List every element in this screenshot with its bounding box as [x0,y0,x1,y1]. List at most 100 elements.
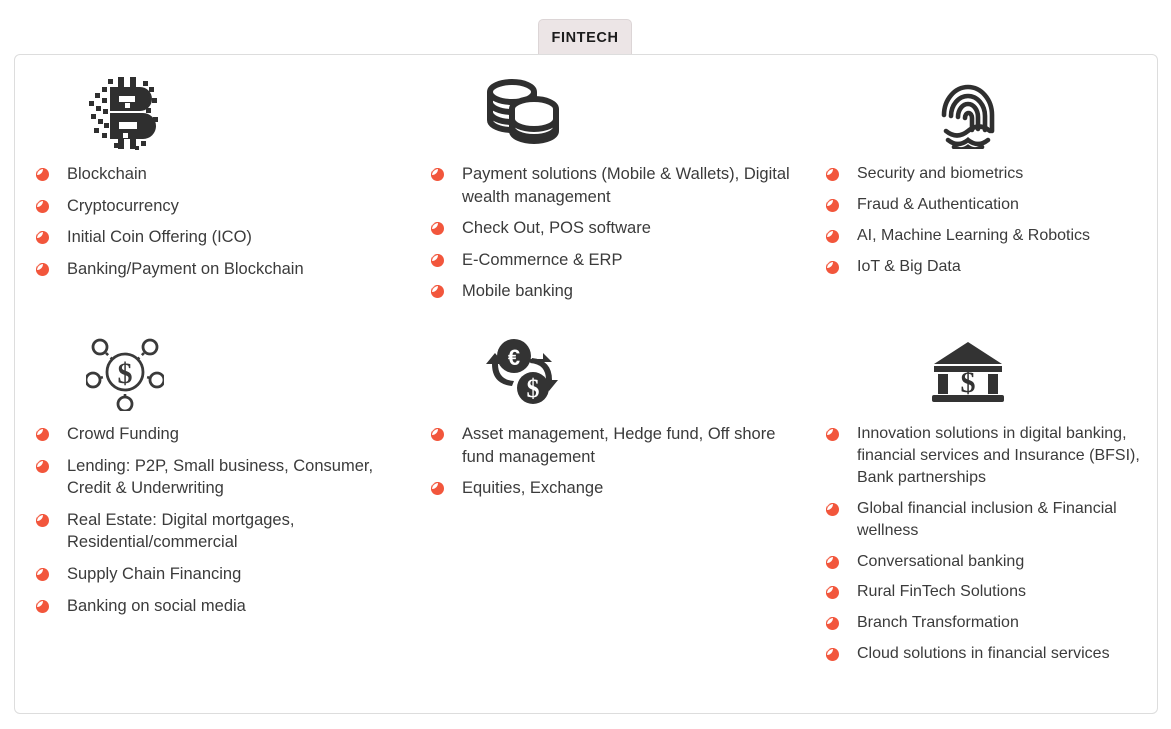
capability-row-1: Blockchain Cryptocurrency Initial Coin O… [15,55,1159,315]
bullet-icon [36,168,49,181]
fingerprint-icon [819,69,1159,155]
list-item[interactable]: Payment solutions (Mobile & Wallets), Di… [424,163,805,208]
capability-grid: Blockchain Cryptocurrency Initial Coin O… [15,55,1159,674]
capability-row-2: $ Crowd Funding Lending: P2P, Small busi… [15,315,1159,674]
bullet-icon [826,502,839,516]
capability-group-security: Security and biometrics Fraud & Authenti… [805,55,1159,315]
list-item[interactable]: Asset management, Hedge fund, Off shore … [424,423,805,468]
list-item-label: Cloud solutions in financial services [857,645,1110,663]
list-item-label: Check Out, POS software [462,219,651,238]
list-item[interactable]: Banking on social media [29,595,410,618]
bullet-icon [826,617,839,631]
capability-list-blockchain: Blockchain Cryptocurrency Initial Coin O… [29,163,410,280]
list-item[interactable]: Global financial inclusion & Financial w… [819,498,1159,542]
list-item-label: Lending: P2P, Small business, Consumer, … [67,456,374,498]
bullet-icon [36,231,49,245]
list-item[interactable]: Blockchain [29,163,410,186]
bullet-icon [826,198,839,212]
list-item[interactable]: IoT & Big Data [819,256,1159,278]
list-item[interactable]: Mobile banking [424,280,805,303]
list-item-label: Real Estate: Digital mortgages, Resident… [67,510,295,552]
list-item-label: Rural FinTech Solutions [857,583,1026,601]
list-item-label: Global financial inclusion & Financial w… [857,499,1117,539]
list-item-label: Mobile banking [462,282,573,301]
list-item-label: Blockchain [67,165,147,183]
list-item[interactable]: Rural FinTech Solutions [819,581,1159,603]
bullet-icon [826,260,839,274]
list-item-label: Fraud & Authentication [857,195,1019,213]
list-item[interactable]: Innovation solutions in digital banking,… [819,423,1159,489]
bullet-icon [36,428,49,441]
svg-text:$: $ [527,374,540,403]
list-item[interactable]: Banking/Payment on Blockchain [29,258,410,281]
list-item-label: Security and biometrics [857,165,1024,182]
tab-fintech-label: FINTECH [551,29,619,46]
capability-list-security: Security and biometrics Fraud & Authenti… [819,163,1159,278]
bullet-icon [431,253,444,267]
bitcoin-pixel-icon [29,69,410,155]
list-item[interactable]: Crowd Funding [29,423,410,446]
bullet-icon [826,428,839,441]
list-item[interactable]: Fraud & Authentication [819,194,1159,216]
list-item-label: Asset management, Hedge fund, Off shore … [462,425,776,466]
svg-text:€: € [508,345,520,370]
fintech-page: FINTECH Blockchain Cryptocurrency Initia… [0,0,1171,729]
capability-list-funding: Crowd Funding Lending: P2P, Small busine… [29,423,410,617]
list-item-label: Cryptocurrency [67,196,179,215]
bullet-icon [431,482,444,496]
bullet-icon [36,262,49,276]
list-item[interactable]: Conversational banking [819,551,1159,573]
bullet-icon [36,599,49,613]
capability-group-payments: Payment solutions (Mobile & Wallets), Di… [410,55,805,315]
svg-text:$: $ [117,357,132,390]
list-item[interactable]: Real Estate: Digital mortgages, Resident… [29,509,410,554]
crowdfunding-network-icon: $ [29,329,410,415]
bank-building-icon: $ [819,329,1159,415]
coin-stacks-icon [424,69,805,155]
bullet-icon [826,168,839,181]
list-item[interactable]: Supply Chain Financing [29,563,410,586]
list-item[interactable]: Check Out, POS software [424,217,805,240]
list-item[interactable]: AI, Machine Learning & Robotics [819,225,1159,247]
list-item[interactable]: Initial Coin Offering (ICO) [29,226,410,249]
capability-group-blockchain: Blockchain Cryptocurrency Initial Coin O… [15,55,410,315]
capability-group-banking-innovation: $ Innovation solutions in digital bankin… [805,315,1159,674]
list-item[interactable]: Security and biometrics [819,163,1159,185]
fintech-panel: Blockchain Cryptocurrency Initial Coin O… [14,54,1158,714]
list-item-label: Branch Transformation [857,614,1019,632]
capability-group-investments: € $ Asset management, Hedge fund, Off sh… [410,315,805,674]
capability-list-investments: Asset management, Hedge fund, Off shore … [424,423,805,500]
tab-strip: FINTECH [0,0,1171,55]
bullet-icon [826,229,839,243]
list-item[interactable]: Lending: P2P, Small business, Consumer, … [29,455,410,500]
list-item-label: Innovation solutions in digital banking,… [857,425,1140,486]
list-item-label: IoT & Big Data [857,257,961,275]
bullet-icon [431,168,444,181]
bullet-icon [36,513,49,527]
list-item[interactable]: Equities, Exchange [424,477,805,500]
bullet-icon [36,199,49,213]
tab-fintech[interactable]: FINTECH [538,19,632,55]
list-item-label: Crowd Funding [67,425,179,443]
list-item-label: Equities, Exchange [462,479,604,498]
list-item-label: Banking/Payment on Blockchain [67,259,304,278]
bullet-icon [36,459,49,473]
bullet-icon [826,586,839,600]
list-item[interactable]: Cryptocurrency [29,195,410,218]
currency-exchange-icon: € $ [424,329,805,415]
list-item[interactable]: E-Commernce & ERP [424,249,805,272]
list-item-label: E-Commernce & ERP [462,250,623,269]
bullet-icon [431,285,444,299]
bullet-icon [431,428,444,441]
list-item[interactable]: Branch Transformation [819,612,1159,634]
capability-group-funding: $ Crowd Funding Lending: P2P, Small busi… [15,315,410,674]
capability-list-payments: Payment solutions (Mobile & Wallets), Di… [424,163,805,303]
list-item-label: Conversational banking [857,552,1025,570]
list-item-label: Initial Coin Offering (ICO) [67,228,252,247]
bullet-icon [36,567,49,581]
capability-list-banking-innovation: Innovation solutions in digital banking,… [819,423,1159,665]
svg-text:$: $ [961,366,976,399]
list-item[interactable]: Cloud solutions in financial services [819,643,1159,665]
list-item-label: Supply Chain Financing [67,564,242,583]
bullet-icon [826,648,839,662]
